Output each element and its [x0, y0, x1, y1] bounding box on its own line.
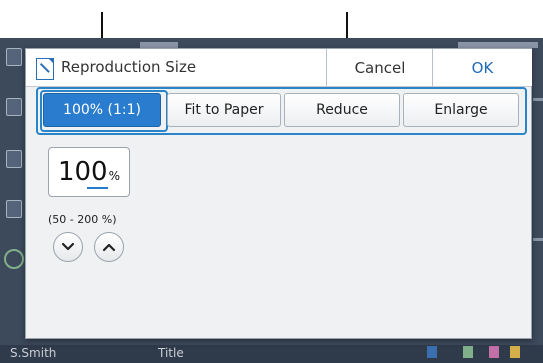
option-100-percent-button[interactable]: 100% (1:1) [43, 93, 161, 127]
bg-user-name: S.Smith [10, 346, 57, 360]
text-cursor [86, 187, 108, 189]
decrease-button[interactable] [53, 232, 83, 262]
increase-button[interactable] [94, 232, 124, 262]
size-unit: % [108, 169, 121, 183]
size-value: 100 [57, 157, 108, 189]
reproduction-size-icon [36, 58, 54, 80]
bg-doc-icon-2 [6, 98, 22, 116]
bg-doc-icon-4 [6, 200, 22, 218]
bg-tray-icon-2 [463, 346, 473, 358]
cancel-button[interactable]: Cancel [326, 49, 433, 86]
size-value-input[interactable]: 100 % [48, 147, 130, 197]
bg-right-strip-2 [533, 238, 543, 241]
option-enlarge-button[interactable]: Enlarge [403, 93, 519, 127]
bg-check-icon [4, 249, 24, 269]
bg-tray-icon-4 [510, 346, 520, 358]
bg-doc-icon-3 [6, 150, 22, 168]
chevron-up-icon [102, 243, 116, 252]
size-range-label: (50 - 200 %) [48, 213, 117, 226]
bg-right-strip [533, 98, 543, 101]
dialog-title: Reproduction Size [61, 58, 197, 76]
bg-tray-icon-1 [427, 346, 437, 358]
chevron-down-icon [61, 242, 75, 251]
bg-title-label: Title [158, 346, 184, 360]
option-reduce-button[interactable]: Reduce [284, 93, 400, 127]
dialog-titlebar: Reproduction Size Cancel OK [26, 49, 532, 87]
bg-tray-icon-3 [489, 346, 499, 358]
option-fit-to-paper-button[interactable]: Fit to Paper [167, 93, 281, 127]
bg-doc-icon [6, 48, 22, 66]
ok-button[interactable]: OK [432, 49, 532, 86]
bg-status-bar [0, 345, 543, 363]
reproduction-size-dialog: Reproduction Size Cancel OK 100% (1:1) F… [25, 48, 532, 339]
